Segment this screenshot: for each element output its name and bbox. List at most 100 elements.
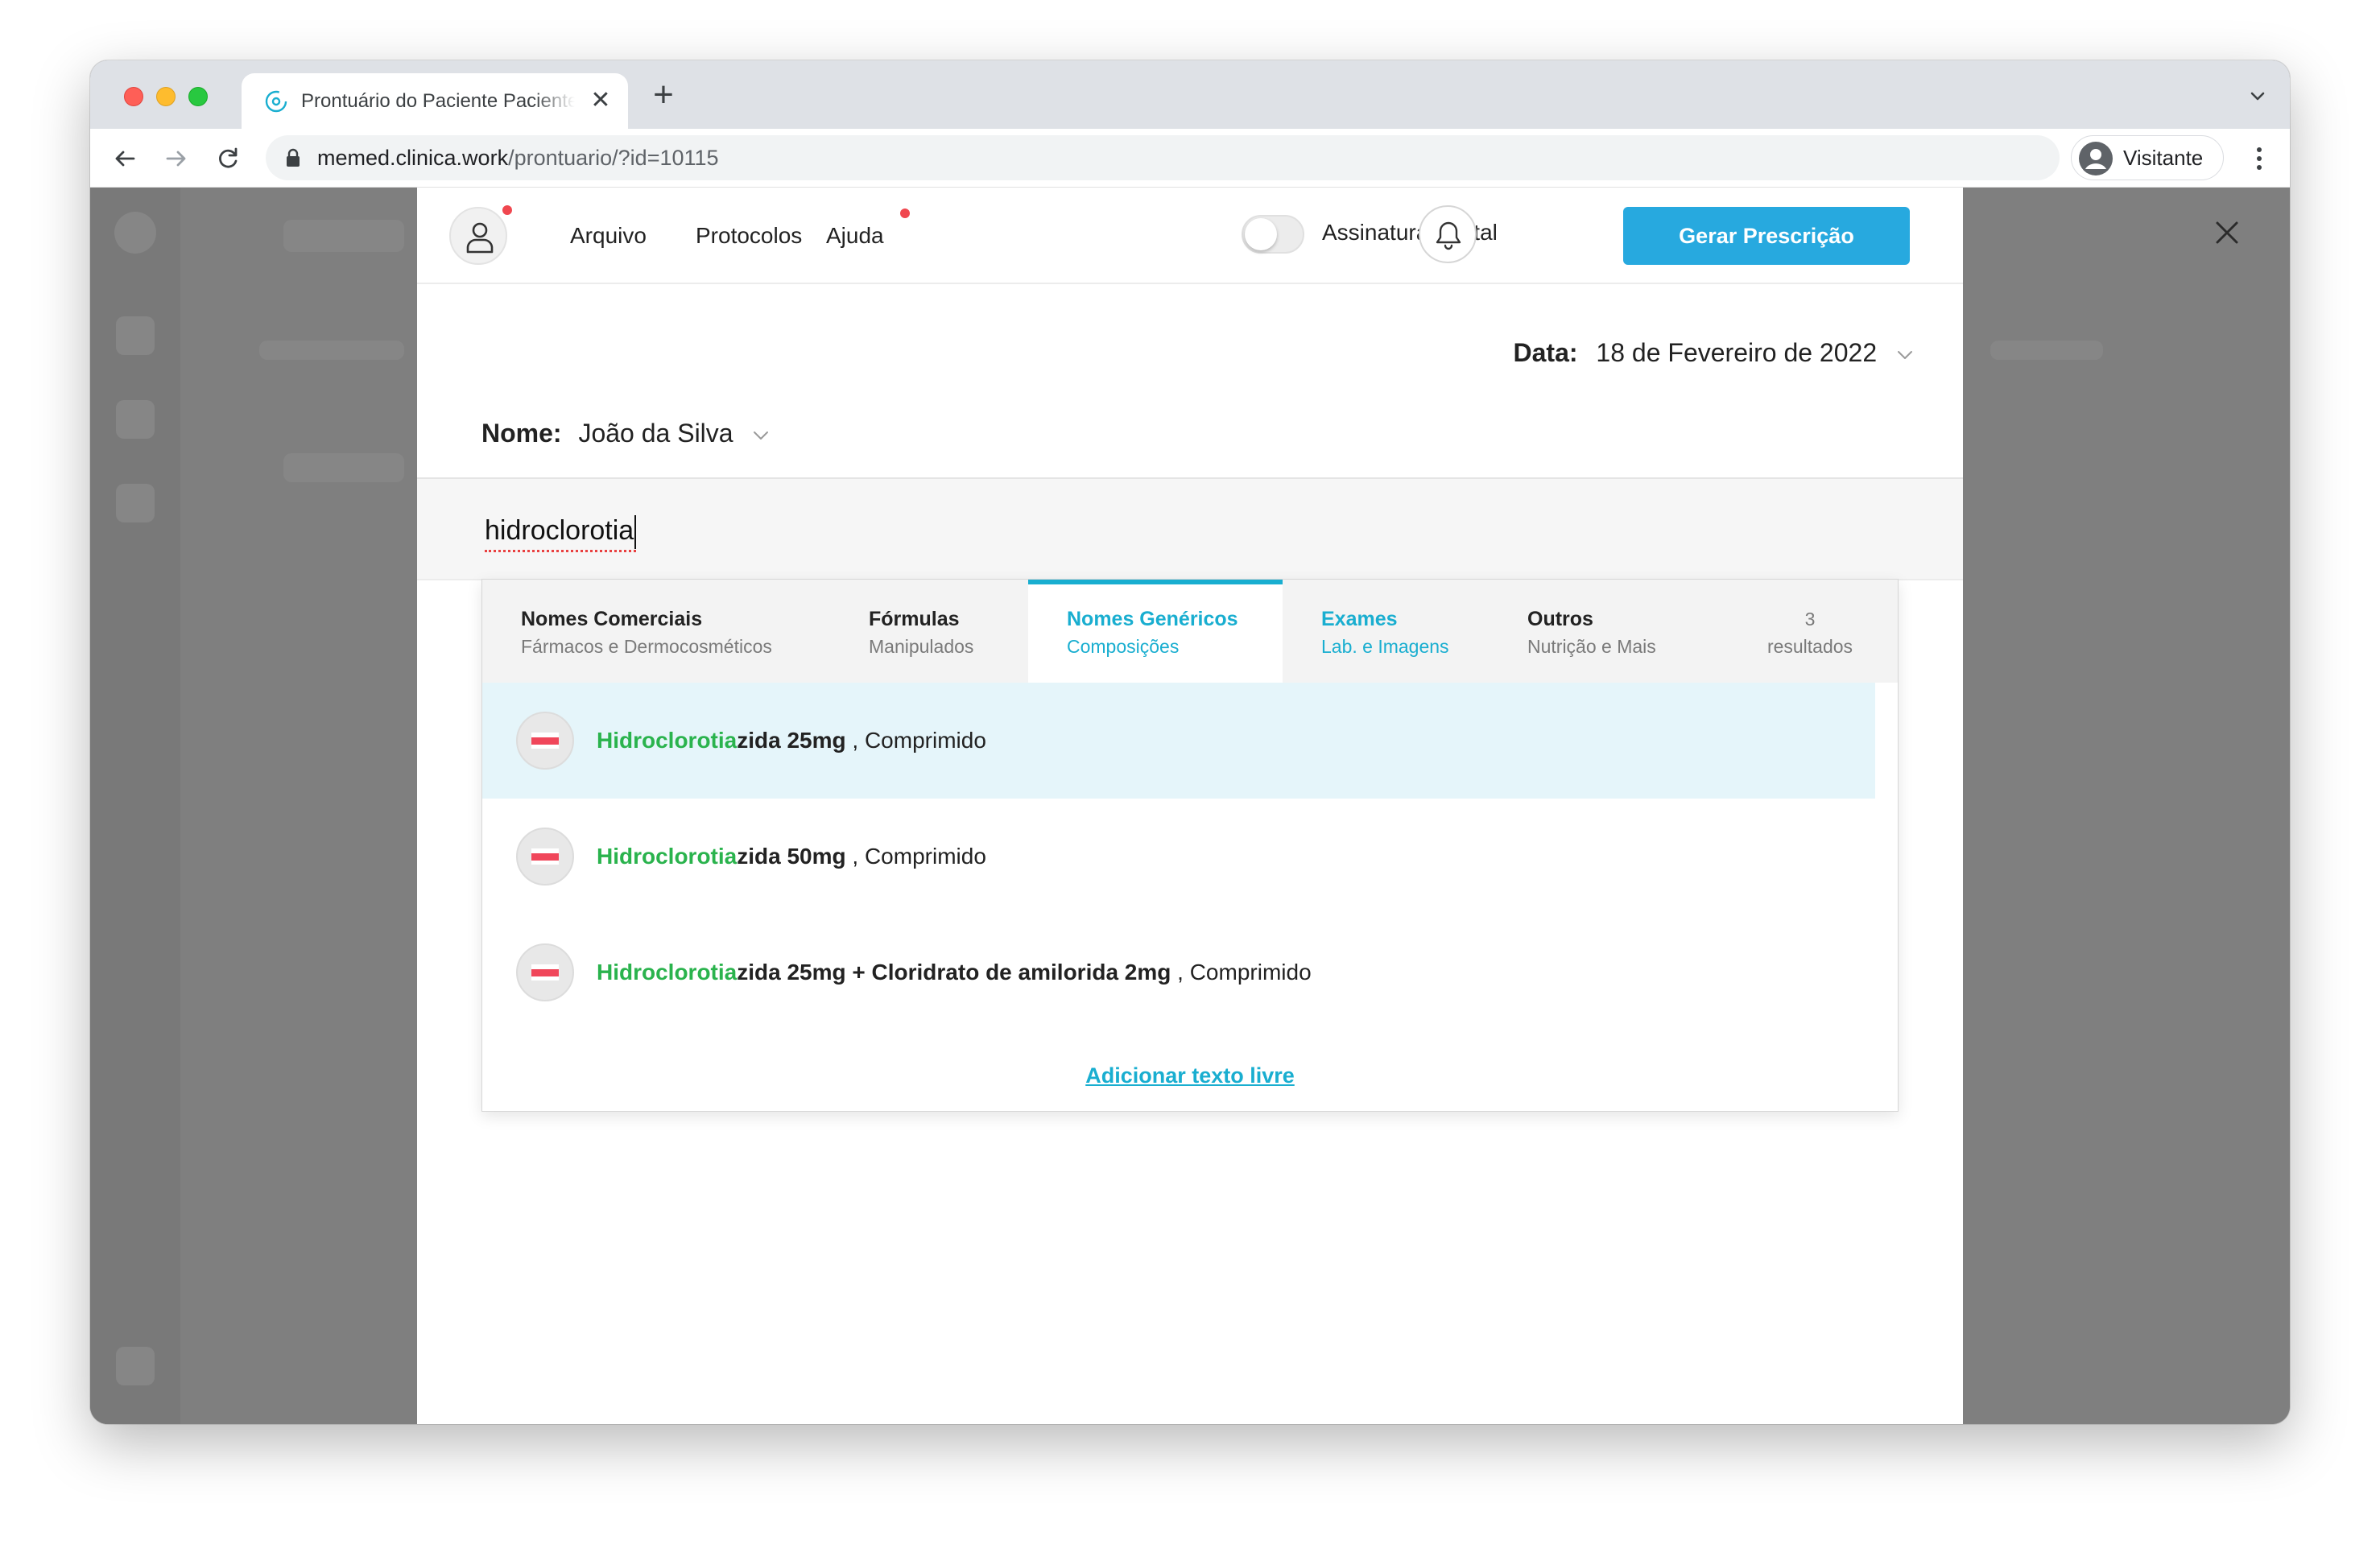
category-tabs: Nomes Comerciais Fármacos e Dermocosméti… bbox=[482, 580, 1898, 683]
gerar-prescricao-button[interactable]: Gerar Prescrição bbox=[1623, 207, 1910, 265]
result-count-label: resultados bbox=[1766, 636, 1853, 657]
browser-toolbar: memed.clinica.work/prontuario/?id=10115 … bbox=[90, 129, 2290, 188]
tab-title: Prontuário do Paciente Paciente bbox=[301, 90, 575, 112]
browser-menu-icon[interactable] bbox=[2245, 143, 2274, 174]
tab-exames[interactable]: Exames Lab. e Imagens bbox=[1283, 580, 1489, 683]
url-host: memed.clinica.work bbox=[317, 146, 509, 170]
background-sidebar bbox=[90, 188, 180, 1424]
background-title bbox=[283, 220, 404, 252]
pill-icon bbox=[516, 828, 574, 886]
patient-selector[interactable]: Nome: João da Silva bbox=[481, 413, 771, 453]
add-free-text-link[interactable]: Adicionar texto livre bbox=[1085, 1063, 1295, 1088]
search-results-dropdown: Nomes Comerciais Fármacos e Dermocosméti… bbox=[481, 579, 1899, 1112]
profile-label: Visitante bbox=[2123, 146, 2204, 170]
address-bar[interactable]: memed.clinica.work/prontuario/?id=10115 bbox=[266, 135, 2060, 180]
date-value: 18 de Fevereiro de 2022 bbox=[1596, 338, 1878, 367]
tab-subtitle: Lab. e Imagens bbox=[1321, 636, 1449, 657]
medication-search-input[interactable]: hidroclorotia bbox=[485, 511, 637, 552]
medication-search-area: hidroclorotia bbox=[417, 477, 1963, 580]
tab-subtitle: Nutrição e Mais bbox=[1527, 636, 1656, 657]
chevron-down-icon bbox=[1898, 350, 1912, 359]
name-label: Nome: bbox=[481, 419, 562, 448]
tab-subtitle: Manipulados bbox=[869, 636, 974, 657]
background-nav-icon bbox=[116, 1347, 155, 1385]
pill-icon bbox=[516, 943, 574, 1001]
result-count: 3 resultados bbox=[1742, 605, 1878, 660]
pill-icon bbox=[516, 712, 574, 770]
window-minimize-button[interactable] bbox=[156, 87, 176, 106]
bell-icon bbox=[1436, 221, 1461, 250]
menu-arquivo[interactable]: Arquivo bbox=[570, 220, 647, 252]
tab-outros[interactable]: Outros Nutrição e Mais bbox=[1489, 580, 1730, 683]
result-item[interactable]: Hidroclorotiazida 25mg + Cloridrato de a… bbox=[482, 914, 1875, 1030]
notifications-button[interactable] bbox=[1419, 205, 1477, 263]
memed-favicon-icon bbox=[265, 90, 287, 113]
chevron-down-icon bbox=[754, 431, 769, 440]
result-name: zida 25mg bbox=[737, 728, 846, 753]
tab-title: Exames bbox=[1321, 608, 1398, 630]
result-text: Hidroclorotiazida 50mg , Comprimido bbox=[597, 840, 986, 873]
result-name: zida 25mg + Cloridrato de amilorida 2mg bbox=[737, 960, 1171, 985]
user-notification-dot bbox=[502, 205, 512, 215]
tab-search-chevron-icon[interactable] bbox=[2245, 83, 2271, 109]
tab-title: Nomes Comerciais bbox=[521, 608, 703, 630]
user-icon bbox=[466, 222, 494, 254]
menu-protocolos[interactable]: Protocolos bbox=[696, 220, 802, 252]
result-form: , Comprimido bbox=[845, 844, 986, 869]
result-count-number: 3 bbox=[1804, 609, 1816, 630]
tab-bar: Prontuário do Paciente Paciente ✕ + bbox=[90, 60, 2290, 129]
back-arrow-icon[interactable] bbox=[111, 145, 138, 172]
tab-nomes-genericos[interactable]: Nomes Genéricos Composições bbox=[1028, 580, 1283, 683]
result-item[interactable]: Hidroclorotiazida 50mg , Comprimido bbox=[482, 799, 1875, 914]
tab-subtitle: Fármacos e Dermocosméticos bbox=[521, 636, 772, 657]
result-text: Hidroclorotiazida 25mg , Comprimido bbox=[597, 725, 986, 757]
help-notification-dot bbox=[900, 208, 910, 218]
url-path: /prontuario/?id=10115 bbox=[508, 146, 719, 170]
profile-avatar-icon bbox=[2079, 142, 2113, 175]
search-value: hidroclorotia bbox=[485, 515, 634, 546]
patient-name: João da Silva bbox=[578, 419, 733, 448]
background-nav-icon bbox=[116, 316, 155, 355]
forward-arrow-icon[interactable] bbox=[163, 145, 190, 172]
background-logo bbox=[114, 212, 156, 254]
window-close-button[interactable] bbox=[124, 87, 143, 106]
browser-window: Prontuário do Paciente Paciente ✕ + meme… bbox=[90, 60, 2290, 1424]
result-text: Hidroclorotiazida 25mg + Cloridrato de a… bbox=[597, 956, 1312, 989]
profile-button[interactable]: Visitante bbox=[2071, 135, 2224, 180]
tab-close-icon[interactable]: ✕ bbox=[586, 86, 615, 115]
free-text-row: Adicionar texto livre bbox=[482, 1059, 1898, 1092]
reload-icon[interactable] bbox=[214, 145, 242, 172]
new-tab-icon[interactable]: + bbox=[646, 77, 681, 114]
digital-signature-toggle[interactable] bbox=[1242, 215, 1304, 254]
result-item[interactable]: Hidroclorotiazida 25mg , Comprimido bbox=[482, 683, 1875, 799]
lock-icon[interactable] bbox=[285, 148, 301, 167]
tab-title: Outros bbox=[1527, 608, 1593, 630]
toggle-knob bbox=[1245, 218, 1277, 250]
background-text bbox=[259, 341, 404, 360]
menu-ajuda[interactable]: Ajuda bbox=[826, 220, 884, 252]
page-overlay: Arquivo Protocolos Ajuda Assinatura Digi… bbox=[90, 188, 2290, 1424]
tab-subtitle: Composições bbox=[1067, 636, 1180, 657]
tab-nomes-comerciais[interactable]: Nomes Comerciais Fármacos e Dermocosméti… bbox=[482, 580, 833, 683]
background-nav-icon bbox=[116, 484, 155, 522]
background-nav-icon bbox=[116, 400, 155, 439]
result-name: zida 50mg bbox=[737, 844, 846, 869]
user-avatar-button[interactable] bbox=[449, 207, 507, 265]
date-selector[interactable]: Data: 18 de Fevereiro de 2022 bbox=[1514, 332, 1915, 373]
window-zoom-button[interactable] bbox=[188, 87, 208, 106]
browser-tab-active[interactable]: Prontuário do Paciente Paciente ✕ bbox=[242, 73, 628, 129]
background-text bbox=[1990, 341, 2103, 360]
result-match: Hidroclorotia bbox=[597, 960, 738, 985]
prescription-modal: Arquivo Protocolos Ajuda Assinatura Digi… bbox=[417, 188, 1963, 1424]
result-match: Hidroclorotia bbox=[597, 844, 738, 869]
result-form: , Comprimido bbox=[845, 728, 986, 753]
tab-title: Fórmulas bbox=[869, 608, 960, 630]
modal-header: Arquivo Protocolos Ajuda Assinatura Digi… bbox=[417, 188, 1963, 284]
date-label: Data: bbox=[1513, 338, 1578, 367]
url-text: memed.clinica.work/prontuario/?id=10115 bbox=[317, 135, 719, 180]
close-icon[interactable] bbox=[2211, 217, 2243, 249]
result-form: , Comprimido bbox=[1171, 960, 1312, 985]
background-heading bbox=[283, 453, 404, 482]
tab-title: Nomes Genéricos bbox=[1067, 608, 1238, 630]
tab-formulas[interactable]: Fórmulas Manipulados bbox=[833, 580, 1015, 683]
